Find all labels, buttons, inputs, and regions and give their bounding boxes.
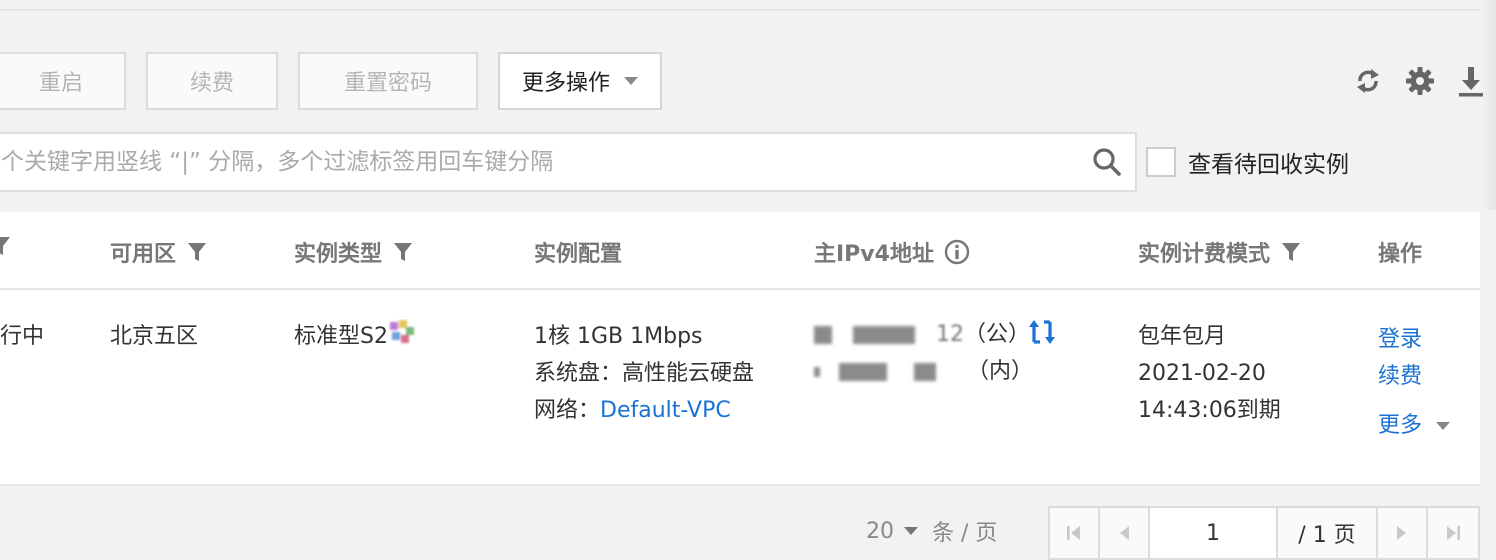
prev-page-button[interactable] (1100, 508, 1150, 558)
redacted-ip-part (839, 363, 887, 381)
config-line-1: 1核 1GB 1Mbps (534, 324, 703, 349)
refresh-icon[interactable] (1352, 64, 1384, 98)
restart-button[interactable]: 重启 (0, 52, 126, 110)
status-cell: 运行中 (0, 324, 45, 349)
redacted-ip-part (853, 326, 915, 344)
more-actions-label: 更多操作 (521, 71, 610, 96)
header-actions-label: 操作 (1378, 242, 1423, 267)
scroll-shadow (1482, 0, 1496, 210)
pagination: 1 / 1 页 (1048, 506, 1480, 560)
status-filter[interactable] (0, 236, 10, 256)
download-icon[interactable] (1455, 64, 1487, 98)
last-page-button[interactable] (1428, 508, 1478, 558)
table-header: 可用区 实例类型 实例配置 主IPv4地址 实例计费模式 操作 (0, 212, 1480, 290)
network-link[interactable]: Default-VPC (600, 398, 731, 423)
instance-type-badge-icon (389, 320, 414, 343)
filter-icon[interactable] (1282, 242, 1301, 262)
search-input[interactable] (0, 134, 1060, 190)
filter-icon (0, 237, 10, 255)
info-icon[interactable] (944, 239, 970, 265)
page-size-selector[interactable]: 20 条 / 页 (866, 515, 997, 547)
login-link[interactable]: 登录 (1378, 321, 1422, 358)
header-ipv4-label: 主IPv4地址 (814, 242, 934, 267)
chevron-down-icon (904, 527, 918, 535)
renew-link[interactable]: 续费 (1378, 358, 1422, 395)
filter-icon[interactable] (394, 242, 413, 262)
gear-icon[interactable] (1404, 64, 1436, 98)
search-bar (0, 132, 1137, 192)
more-link-label: 更多 (1378, 413, 1423, 438)
total-pages: / 1 页 (1278, 508, 1378, 558)
redacted-ip-part (814, 367, 820, 377)
instance-table: 可用区 实例类型 实例配置 主IPv4地址 实例计费模式 操作 运行中 (0, 212, 1480, 486)
more-actions-link[interactable]: 更多 (1378, 407, 1451, 444)
swap-ip-icon[interactable] (1028, 318, 1056, 358)
header-actions: 操作 (1378, 236, 1422, 268)
expiry-date: 2021-02-20 (1138, 361, 1266, 386)
network-label: 网络： (534, 398, 601, 423)
page-size-unit: 条 / 页 (932, 521, 998, 546)
config-line-3: 网络：Default-VPC (534, 392, 731, 429)
private-ip[interactable]: （内） (814, 353, 1033, 390)
header-instance-config-label: 实例配置 (534, 242, 623, 267)
private-tag: （内） (967, 359, 1034, 384)
page-number-input[interactable]: 1 (1150, 508, 1278, 558)
instance-type-cell: 标准型S2 (294, 318, 416, 355)
header-billing[interactable]: 实例计费模式 (1138, 236, 1301, 268)
more-actions-dropdown[interactable]: 更多操作 (498, 52, 662, 110)
renew-button[interactable]: 续费 (146, 52, 278, 110)
expiry-time: 14:43:06到期 (1138, 398, 1281, 423)
zone-cell: 北京五区 (110, 324, 199, 349)
search-icon[interactable] (1091, 146, 1123, 178)
top-divider (0, 9, 1480, 11)
reset-password-button-label: 重置密码 (343, 71, 432, 96)
show-recycle-label: 查看待回收实例 (1188, 152, 1349, 178)
header-instance-type-label: 实例类型 (294, 242, 383, 267)
chevron-down-icon (624, 77, 638, 85)
billing-mode: 包年包月 (1138, 324, 1227, 349)
filter-icon[interactable] (188, 242, 207, 262)
header-zone-label: 可用区 (110, 242, 177, 267)
public-tag: （公） (964, 322, 1031, 347)
header-billing-label: 实例计费模式 (1138, 242, 1271, 267)
config-line-2: 系统盘：高性能云硬盘 (534, 361, 755, 386)
next-page-button[interactable] (1378, 508, 1428, 558)
header-ipv4: 主IPv4地址 (814, 236, 970, 268)
show-recycle-toggle[interactable]: 查看待回收实例 (1146, 145, 1349, 179)
header-zone[interactable]: 可用区 (110, 236, 207, 268)
renew-button-label: 续费 (189, 71, 234, 96)
header-instance-type[interactable]: 实例类型 (294, 236, 413, 268)
first-page-button[interactable] (1050, 508, 1100, 558)
reset-password-button[interactable]: 重置密码 (298, 52, 478, 110)
row-divider (0, 484, 1480, 486)
restart-button-label: 重启 (38, 71, 83, 96)
public-ip-suffix: 12 (936, 322, 964, 347)
instance-type-label: 标准型S2 (294, 324, 388, 349)
show-recycle-checkbox[interactable] (1146, 147, 1176, 177)
redacted-ip-part (914, 363, 936, 381)
page-size-value: 20 (866, 518, 894, 544)
redacted-ip-part (814, 326, 832, 344)
chevron-down-icon (1436, 422, 1451, 430)
public-ip[interactable]: 12（公） (814, 316, 1030, 353)
header-instance-config: 实例配置 (534, 236, 622, 268)
